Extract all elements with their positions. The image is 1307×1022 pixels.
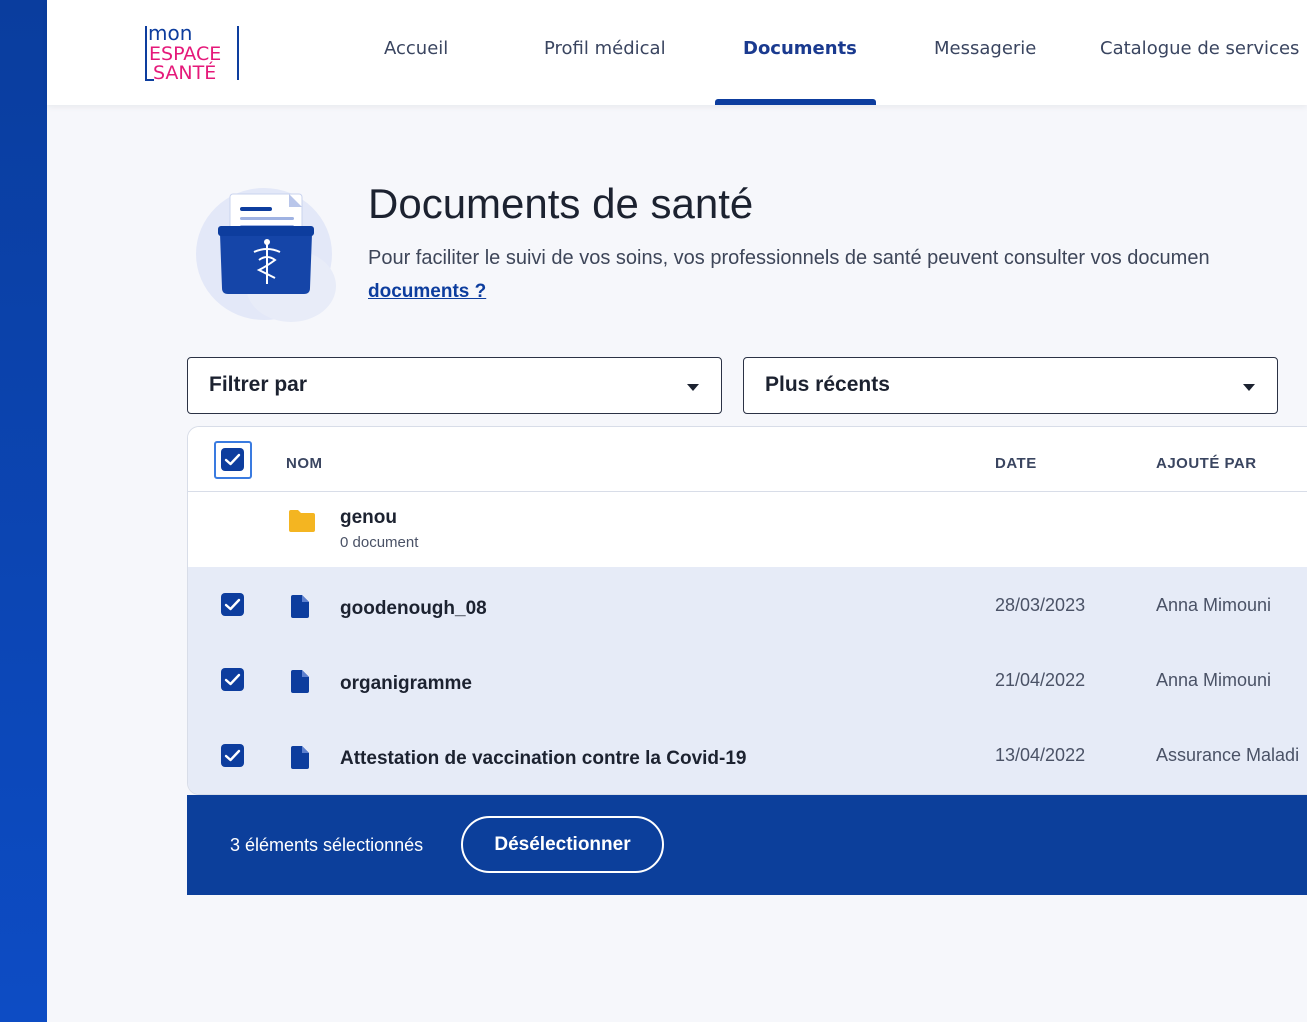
document-added-by: Assurance Maladi xyxy=(1156,745,1300,765)
mon-espace-sante-logo[interactable]: mon ESPACE SANTÉ xyxy=(144,22,240,84)
page-title: Documents de santé xyxy=(368,180,754,227)
top-navigation: mon ESPACE SANTÉ Accueil Profil médical … xyxy=(47,0,1307,105)
file-icon xyxy=(291,746,309,769)
deselect-button[interactable]: Désélectionner xyxy=(461,816,664,873)
check-icon xyxy=(224,598,241,611)
folder-document-count: 0 document xyxy=(340,534,419,551)
chevron-down-icon xyxy=(1243,384,1255,391)
nav-messagerie[interactable]: Messagerie xyxy=(934,38,1036,68)
document-name: organigramme xyxy=(340,673,472,694)
select-all-checkbox[interactable] xyxy=(221,448,244,471)
folder-name: genou xyxy=(340,507,397,528)
filter-select[interactable]: Filtrer par xyxy=(187,357,722,414)
file-icon xyxy=(291,595,309,618)
selection-count: 3 éléments sélectionnés xyxy=(230,835,424,855)
table-row[interactable]: Attestation de vaccination contre la Cov… xyxy=(188,717,1307,794)
document-date: 28/03/2023 xyxy=(995,595,1086,615)
selection-action-bar: 3 éléments sélectionnés Désélectionner xyxy=(187,795,1307,895)
sort-select-label: Plus récents xyxy=(765,373,890,396)
filter-select-label: Filtrer par xyxy=(209,373,308,396)
side-strip xyxy=(0,0,47,1022)
document-date: 21/04/2022 xyxy=(995,670,1086,690)
documents-table: NOM DATE AJOUTÉ PAR genou 0 document goo… xyxy=(187,426,1307,795)
chevron-down-icon xyxy=(687,384,699,391)
nav-catalogue-services[interactable]: Catalogue de services xyxy=(1100,38,1299,68)
row-checkbox[interactable] xyxy=(221,668,244,691)
column-header-name[interactable]: NOM xyxy=(286,455,323,472)
check-icon xyxy=(224,673,241,686)
folder-icon xyxy=(289,510,315,532)
column-header-date[interactable]: DATE xyxy=(995,455,1037,472)
check-icon xyxy=(224,749,241,762)
page-description: Pour faciliter le suivi de vos soins, vo… xyxy=(368,247,1210,269)
medical-folder-icon xyxy=(196,188,336,322)
document-added-by: Anna Mimouni xyxy=(1156,595,1272,615)
row-checkbox[interactable] xyxy=(221,744,244,767)
table-row[interactable]: goodenough_08 28/03/2023 Anna Mimouni xyxy=(188,567,1307,642)
documents-help-link[interactable]: documents ? xyxy=(368,281,486,303)
table-row[interactable]: organigramme 21/04/2022 Anna Mimouni xyxy=(188,642,1307,717)
nav-profil-medical[interactable]: Profil médical xyxy=(544,38,666,68)
logo-word-sante: SANTÉ xyxy=(153,61,216,84)
active-tab-indicator xyxy=(715,99,876,105)
table-header: NOM DATE AJOUTÉ PAR xyxy=(188,427,1307,492)
column-header-added-by[interactable]: AJOUTÉ PAR xyxy=(1156,455,1257,472)
sort-select[interactable]: Plus récents xyxy=(743,357,1278,414)
nav-accueil[interactable]: Accueil xyxy=(384,38,448,68)
document-name: Attestation de vaccination contre la Cov… xyxy=(340,748,747,769)
nav-documents[interactable]: Documents xyxy=(743,38,857,68)
row-checkbox[interactable] xyxy=(221,593,244,616)
folder-row[interactable]: genou 0 document xyxy=(188,493,1307,567)
document-date: 13/04/2022 xyxy=(995,745,1086,765)
logo-word-mon: mon xyxy=(148,22,192,45)
document-name: goodenough_08 xyxy=(340,598,487,619)
file-icon xyxy=(291,670,309,693)
check-icon xyxy=(224,453,241,466)
document-added-by: Anna Mimouni xyxy=(1156,670,1272,690)
